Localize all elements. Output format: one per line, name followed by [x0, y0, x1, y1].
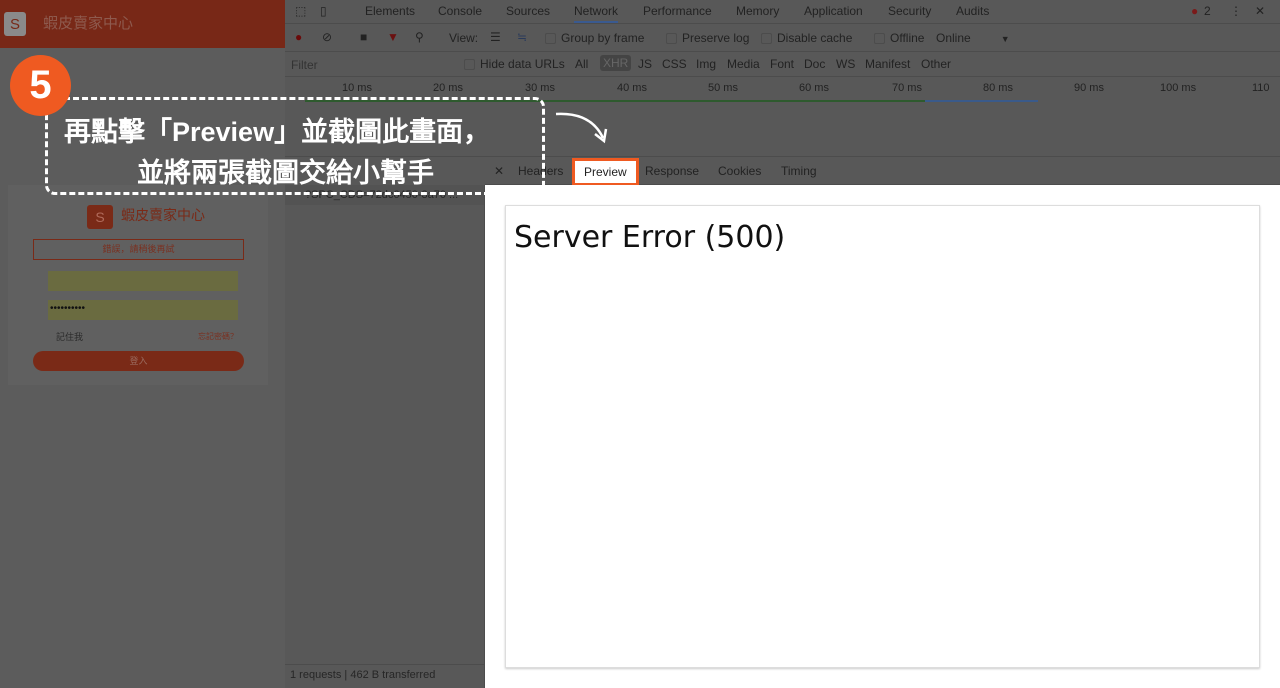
filter-js[interactable]: JS [638, 57, 652, 71]
preserve-log-checkbox[interactable]: Preserve log [666, 31, 749, 45]
filter-bar: Filter Hide data URLs All XHR JS CSS Img… [285, 52, 1280, 77]
group-by-frame-checkbox[interactable]: Group by frame [545, 31, 644, 45]
devtools-tabbar: ⬚ ▯ Elements Console Sources Network Per… [285, 0, 1280, 24]
request-list [285, 185, 485, 688]
tick-label: 80 ms [983, 82, 1013, 94]
filter-xhr[interactable]: XHR [600, 55, 632, 71]
preview-panel: Server Error (500) [485, 185, 1280, 688]
tick-label: 20 ms [433, 82, 463, 94]
password-input[interactable]: •••••••••• [48, 300, 238, 320]
arrow-icon [555, 112, 608, 144]
more-menu-icon[interactable]: ⋮ [1230, 4, 1242, 18]
disable-cache-checkbox[interactable]: Disable cache [761, 31, 852, 45]
tab-elements[interactable]: Elements [365, 4, 415, 18]
tab-network[interactable]: Network [574, 4, 619, 23]
forgot-password-link[interactable]: 忘記密碼？ [198, 331, 238, 342]
tick-label: 100 ms [1160, 82, 1197, 94]
filter-other[interactable]: Other [921, 57, 951, 71]
tab-cookies[interactable]: Cookies [718, 164, 761, 178]
filter-input[interactable]: Filter [291, 58, 318, 72]
filter-img[interactable]: Img [696, 57, 716, 71]
detail-tabbar: ✕ Headers Preview Response Cookies Timin… [485, 157, 1280, 186]
brand-title: 蝦皮賣家中心 [43, 15, 134, 32]
tab-response[interactable]: Response [645, 164, 699, 178]
error-count[interactable]: 2 [1204, 4, 1211, 18]
filter-font[interactable]: Font [770, 57, 794, 71]
tab-sources[interactable]: Sources [506, 4, 550, 18]
view-label: View: [449, 31, 479, 45]
instruction-line-1: 再點擊「Preview」並截圖此畫面， [64, 117, 491, 147]
tick-label: 110 [1252, 82, 1270, 94]
tab-console[interactable]: Console [438, 4, 482, 18]
error-message: 錯誤，請稍後再試 [33, 239, 244, 260]
tick-label: 90 ms [1074, 82, 1104, 94]
clear-icon[interactable]: ⊘ [322, 30, 332, 44]
filter-icon[interactable]: ▼ [387, 30, 399, 44]
tick-label: 50 ms [708, 82, 738, 94]
filter-all[interactable]: All [575, 57, 588, 71]
status-bar: 1 requests | 462 B transferred [285, 664, 485, 688]
tab-audits[interactable]: Audits [956, 4, 989, 18]
inspect-icon[interactable]: ⬚ [295, 4, 306, 18]
instruction-callout: 再點擊「Preview」並截圖此畫面， 並將兩張截圖交給小幫手 [45, 97, 545, 195]
login-card: S 蝦皮賣家中心 錯誤，請稍後再試 •••••••••• 記住我 忘記密碼？ 登… [8, 185, 268, 385]
instruction-line-2: 並將兩張截圖交給小幫手 [137, 158, 434, 188]
hide-data-urls-checkbox[interactable]: Hide data URLs [464, 57, 565, 71]
error-icon[interactable]: ● [1191, 4, 1198, 18]
shopee-logo-icon: S [87, 205, 113, 229]
shopee-logo-icon: S [4, 12, 26, 36]
username-input[interactable] [48, 271, 238, 291]
search-icon[interactable]: ⚲ [415, 30, 424, 44]
tick-label: 60 ms [799, 82, 829, 94]
filter-css[interactable]: CSS [662, 57, 687, 71]
login-brand: 蝦皮賣家中心 [121, 207, 205, 223]
filter-media[interactable]: Media [727, 57, 760, 71]
tick-label: 40 ms [617, 82, 647, 94]
tab-application[interactable]: Application [804, 4, 863, 18]
tab-memory[interactable]: Memory [736, 4, 779, 18]
close-icon[interactable]: ✕ [1255, 4, 1265, 18]
preview-frame: Server Error (500) [505, 205, 1260, 668]
tab-performance[interactable]: Performance [643, 4, 712, 18]
waterfall-view-icon[interactable]: ≒ [517, 30, 527, 44]
tick-label: 70 ms [892, 82, 922, 94]
record-icon[interactable]: ● [295, 30, 302, 44]
device-toggle-icon[interactable]: ▯ [320, 4, 327, 18]
tick-label: 30 ms [525, 82, 555, 94]
tab-security[interactable]: Security [888, 4, 931, 18]
offline-checkbox[interactable]: Offline [874, 31, 924, 45]
screenshot-icon[interactable]: ■ [360, 30, 367, 44]
filter-doc[interactable]: Doc [804, 57, 825, 71]
timeline-bar [925, 100, 1038, 102]
throttle-select[interactable]: Online ▼ [936, 31, 1010, 45]
tab-timing[interactable]: Timing [781, 164, 817, 178]
step-badge: 5 [10, 55, 71, 116]
tick-label: 10 ms [342, 82, 372, 94]
filter-ws[interactable]: WS [836, 57, 855, 71]
network-toolbar: ● ⊘ ■ ▼ ⚲ View: ☰ ≒ Group by frame Prese… [285, 24, 1280, 52]
filter-manifest[interactable]: Manifest [865, 57, 910, 71]
remember-me-checkbox[interactable]: 記住我 [56, 330, 83, 343]
page-header: S 蝦皮賣家中心 [0, 0, 285, 48]
login-button[interactable]: 登入 [33, 351, 244, 371]
list-view-icon[interactable]: ☰ [490, 30, 501, 44]
server-error-heading: Server Error (500) [514, 220, 786, 255]
tab-preview[interactable]: Preview [572, 158, 639, 186]
